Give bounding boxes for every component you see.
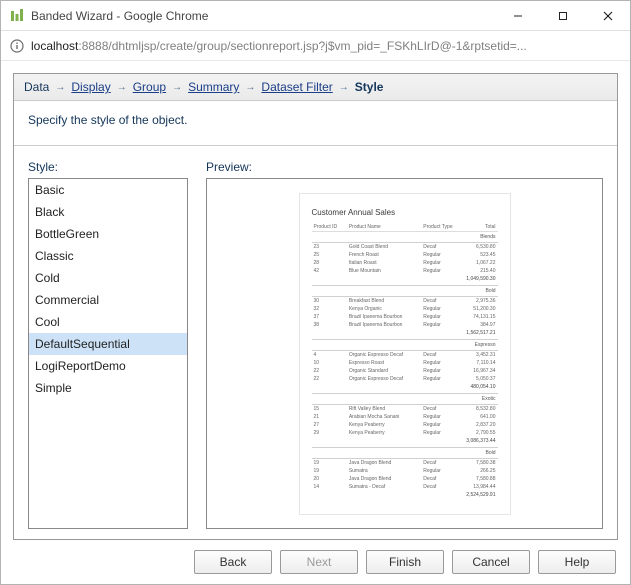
body-area: Style: BasicBlackBottleGreenClassicColdC… bbox=[14, 146, 617, 539]
arrow-icon: → bbox=[117, 82, 127, 93]
address-bar[interactable]: localhost:8888/dhtmljsp/create/group/sec… bbox=[1, 31, 630, 61]
preview-column: Preview: Customer Annual Sales Product ID… bbox=[206, 160, 603, 529]
style-item[interactable]: BottleGreen bbox=[29, 223, 187, 245]
next-button: Next bbox=[280, 550, 358, 574]
style-item[interactable]: Cold bbox=[29, 267, 187, 289]
preview-box: Customer Annual Sales Product IDProduct N… bbox=[206, 178, 603, 529]
address-path: :8888/dhtmljsp/create/group/sectionrepor… bbox=[78, 39, 622, 53]
style-item[interactable]: Simple bbox=[29, 377, 187, 399]
preview-label: Preview: bbox=[206, 160, 603, 174]
preview-table: Product IDProduct NameProduct TypeTotalB… bbox=[312, 223, 498, 501]
arrow-icon: → bbox=[245, 82, 255, 93]
finish-button[interactable]: Finish bbox=[366, 550, 444, 574]
breadcrumb-link[interactable]: Dataset Filter bbox=[261, 80, 332, 94]
breadcrumb-link[interactable]: Summary bbox=[188, 80, 239, 94]
style-item[interactable]: DefaultSequential bbox=[29, 333, 187, 355]
breadcrumb: Data → Display → Group → Summary → Dataset Filte… bbox=[14, 74, 617, 101]
help-button[interactable]: Help bbox=[538, 550, 616, 574]
button-row: Back Next Finish Cancel Help bbox=[13, 540, 618, 576]
arrow-icon: → bbox=[172, 82, 182, 93]
window-controls bbox=[495, 1, 630, 30]
window-title: Banded Wizard - Google Chrome bbox=[31, 9, 495, 23]
description-text: Specify the style of the object. bbox=[14, 101, 617, 146]
info-icon bbox=[9, 38, 25, 54]
style-label: Style: bbox=[28, 160, 188, 174]
style-item[interactable]: LogiReportDemo bbox=[29, 355, 187, 377]
address-host: localhost bbox=[31, 39, 78, 53]
style-item[interactable]: Basic bbox=[29, 179, 187, 201]
style-item[interactable]: Cool bbox=[29, 311, 187, 333]
cancel-button[interactable]: Cancel bbox=[452, 550, 530, 574]
style-item[interactable]: Black bbox=[29, 201, 187, 223]
titlebar: Banded Wizard - Google Chrome bbox=[1, 1, 630, 31]
breadcrumb-link[interactable]: Group bbox=[133, 80, 166, 94]
window: Banded Wizard - Google Chrome localhost:… bbox=[0, 0, 631, 585]
style-list[interactable]: BasicBlackBottleGreenClassicColdCommerci… bbox=[28, 178, 188, 529]
content-area: Data → Display → Group → Summary → Dataset Filte… bbox=[1, 61, 630, 584]
back-button[interactable]: Back bbox=[194, 550, 272, 574]
breadcrumb-link[interactable]: Display bbox=[71, 80, 110, 94]
arrow-icon: → bbox=[339, 82, 349, 93]
app-icon bbox=[9, 8, 25, 24]
style-column: Style: BasicBlackBottleGreenClassicColdC… bbox=[28, 160, 188, 529]
breadcrumb-current: Style bbox=[355, 80, 384, 94]
style-item[interactable]: Classic bbox=[29, 245, 187, 267]
wizard-panel: Data → Display → Group → Summary → Dataset Filte… bbox=[13, 73, 618, 540]
breadcrumb-item: Data bbox=[24, 80, 49, 94]
preview-page: Customer Annual Sales Product IDProduct N… bbox=[300, 194, 510, 514]
arrow-icon: → bbox=[55, 82, 65, 93]
preview-title: Customer Annual Sales bbox=[312, 208, 498, 217]
close-button[interactable] bbox=[585, 1, 630, 30]
style-item[interactable]: Commercial bbox=[29, 289, 187, 311]
maximize-button[interactable] bbox=[540, 1, 585, 30]
minimize-button[interactable] bbox=[495, 1, 540, 30]
